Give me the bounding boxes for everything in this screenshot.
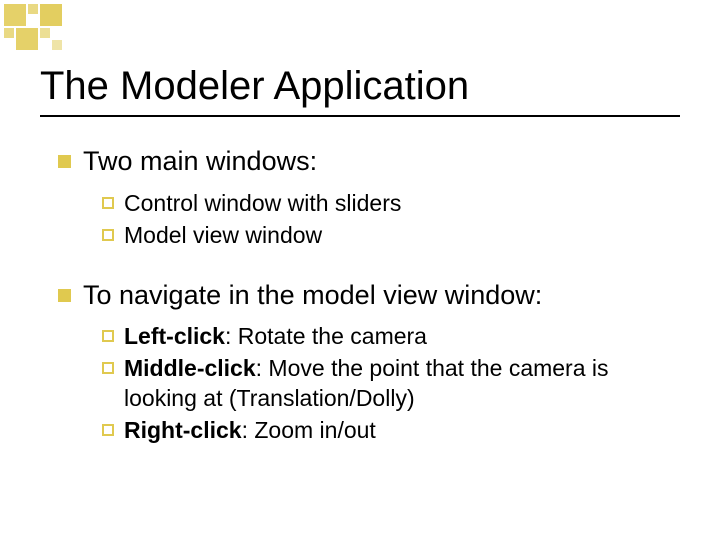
item-text: Model view window [124,221,322,251]
list-item: Model view window [102,221,680,251]
bullet-list-level2: Control window with sliders Model view w… [58,189,680,251]
outline-square-bullet-icon [102,197,114,209]
list-item: Middle-click: Move the point that the ca… [102,354,680,414]
section-heading: Two main windows: [83,145,317,179]
outline-square-bullet-icon [102,229,114,241]
list-item: Control window with sliders [102,189,680,219]
list-item: Right-click: Zoom in/out [102,416,680,446]
item-text: Middle-click: Move the point that the ca… [124,354,680,414]
corner-decoration [4,4,60,48]
section-heading: To navigate in the model view window: [83,279,542,313]
square-bullet-icon [58,289,71,302]
bullet-list-level1: Two main windows: Control window with sl… [40,145,680,446]
slide-title: The Modeler Application [40,64,680,109]
item-text: Right-click: Zoom in/out [124,416,376,446]
square-bullet-icon [58,155,71,168]
item-text: Left-click: Rotate the camera [124,322,427,352]
list-item: Two main windows: Control window with sl… [58,145,680,251]
outline-square-bullet-icon [102,362,114,374]
item-text: Control window with sliders [124,189,401,219]
list-item: Left-click: Rotate the camera [102,322,680,352]
outline-square-bullet-icon [102,330,114,342]
list-item: To navigate in the model view window: Le… [58,279,680,446]
outline-square-bullet-icon [102,424,114,436]
title-rule [40,115,680,117]
bullet-list-level2: Left-click: Rotate the camera Middle-cli… [58,322,680,446]
slide-content: The Modeler Application Two main windows… [0,0,720,514]
